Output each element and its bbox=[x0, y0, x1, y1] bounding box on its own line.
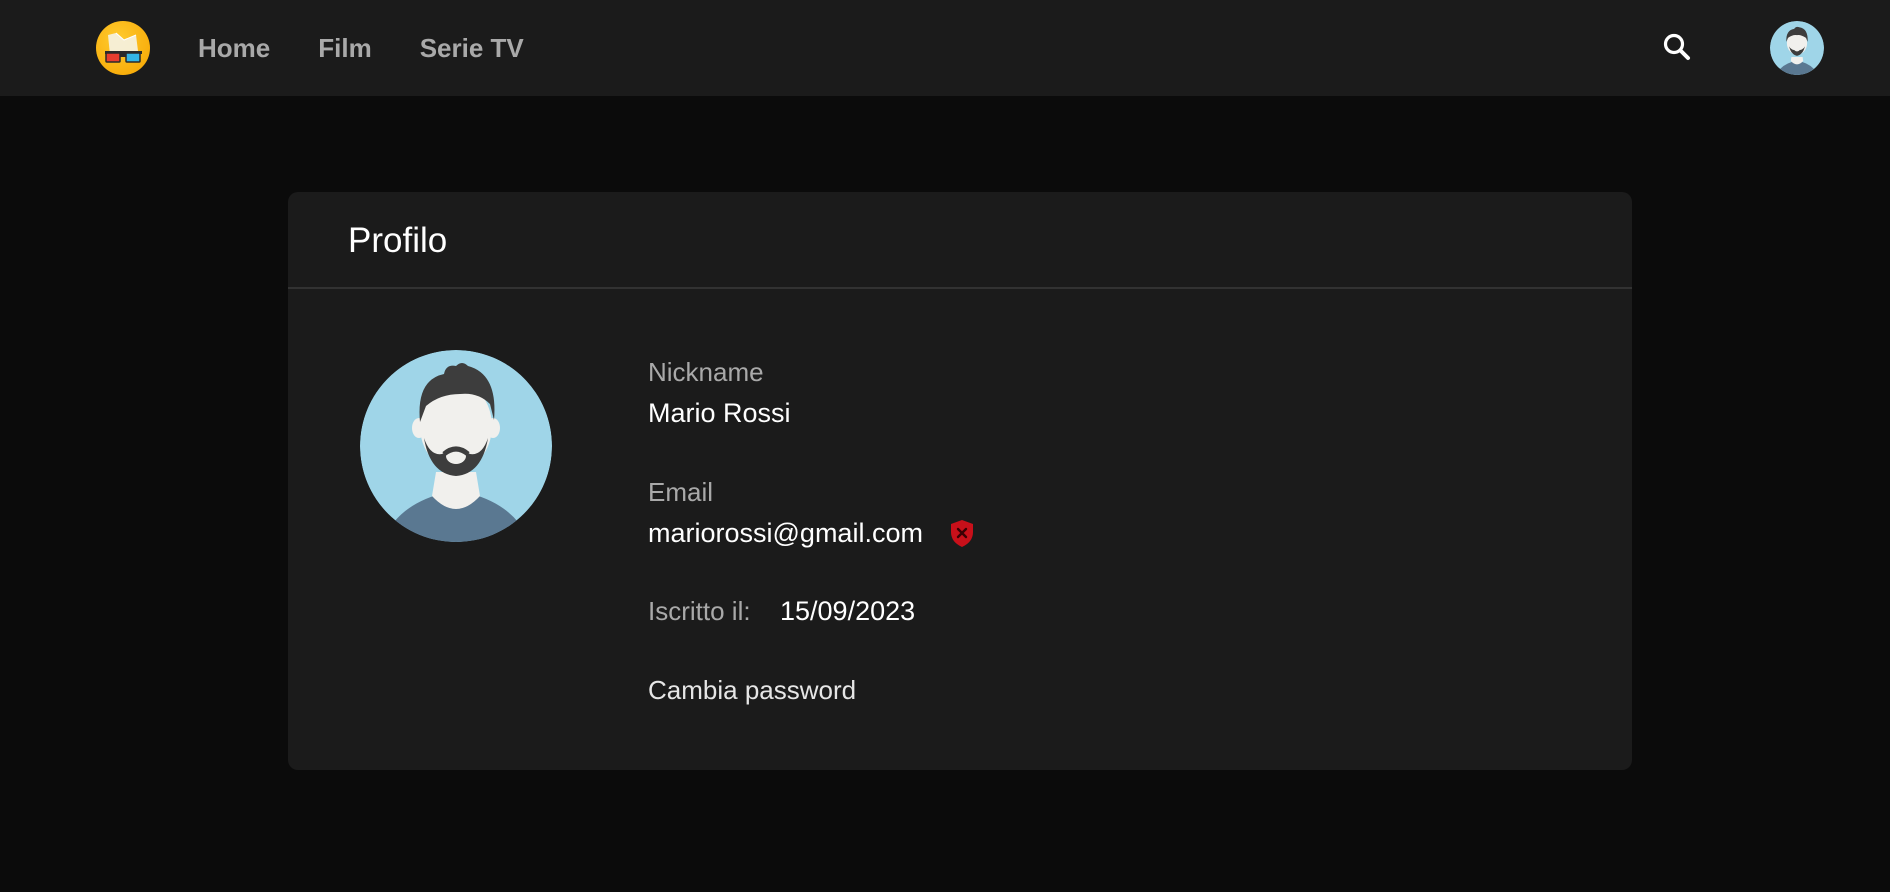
profile-card: Profilo Nickname Mario Rossi Email mario… bbox=[288, 192, 1632, 770]
page-title: Profilo bbox=[348, 221, 448, 260]
nav-home-link[interactable]: Home bbox=[198, 30, 270, 66]
main-nav: Home Film Serie TV bbox=[198, 30, 524, 66]
nickname-value: Mario Rossi bbox=[648, 398, 791, 428]
joined-date-value: 15/09/2023 bbox=[780, 596, 916, 626]
nickname-label: Nickname bbox=[648, 357, 764, 387]
search-icon[interactable] bbox=[1661, 31, 1695, 65]
joined-label: Iscritto il: bbox=[648, 596, 751, 626]
nav-serie-tv-link[interactable]: Serie TV bbox=[420, 30, 524, 66]
3d-glasses-logo-icon[interactable] bbox=[96, 21, 150, 75]
nav-film-link[interactable]: Film bbox=[318, 30, 371, 66]
profile-card-header: Profilo bbox=[288, 192, 1632, 289]
email-label: Email bbox=[648, 477, 714, 507]
change-password-link[interactable]: Cambia password bbox=[648, 675, 856, 705]
top-navbar: Home Film Serie TV bbox=[0, 0, 1890, 96]
user-avatar-icon[interactable] bbox=[1770, 21, 1824, 75]
bearded-man-avatar-icon bbox=[360, 350, 552, 542]
email-value: mariorossi@gmail.com bbox=[648, 518, 923, 548]
shield-x-icon[interactable] bbox=[949, 518, 975, 548]
